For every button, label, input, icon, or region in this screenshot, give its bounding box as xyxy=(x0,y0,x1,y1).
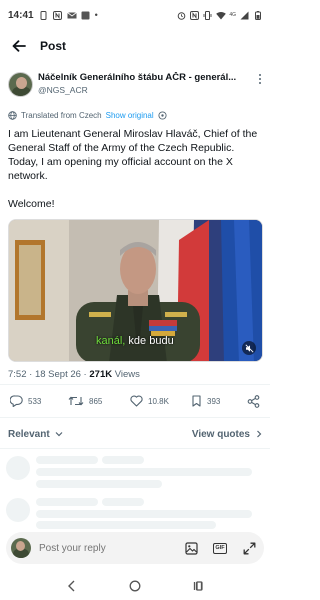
post-author: Náčelník Generálního štábu AČR - generál… xyxy=(8,72,266,100)
divider xyxy=(0,448,270,449)
info-icon[interactable] xyxy=(158,111,167,120)
nav-back-icon xyxy=(67,580,75,592)
author-name[interactable]: Náčelník Generálního štábu AČR - generál… xyxy=(38,72,243,83)
skeleton-line xyxy=(102,498,144,506)
dot-icon: • xyxy=(94,10,98,20)
reply-count: 533 xyxy=(28,396,42,406)
header: Post xyxy=(0,31,270,61)
skeleton-avatar xyxy=(6,498,30,522)
skeleton-line xyxy=(36,521,216,529)
gif-icon: GIF xyxy=(213,542,227,554)
battery-icon xyxy=(253,10,262,20)
skeleton-line xyxy=(36,468,252,476)
nfc-icon xyxy=(190,10,200,20)
bookmark-icon xyxy=(192,395,201,407)
post-text: I am Lieutenant General Miroslav Hlaváč,… xyxy=(8,127,266,211)
back-button[interactable] xyxy=(10,37,28,55)
like-count: 10.8K xyxy=(148,396,169,406)
expand-button[interactable] xyxy=(242,541,256,555)
signal-icon xyxy=(240,11,249,20)
image-icon xyxy=(184,541,198,555)
gallery-icon xyxy=(81,11,90,20)
notification-n-icon xyxy=(52,10,62,20)
caption-highlight: kanál, xyxy=(96,335,126,347)
nav-home-button[interactable] xyxy=(127,578,143,594)
page-title: Post xyxy=(40,39,67,53)
skeleton-line xyxy=(102,456,144,464)
mute-icon xyxy=(244,343,254,353)
skeleton-avatar xyxy=(6,456,30,480)
video-caption: kanál, kde budu xyxy=(96,335,174,347)
nav-back-button[interactable] xyxy=(64,578,80,594)
post-video[interactable]: kanál, kde budu xyxy=(8,219,263,362)
status-time: 14:41 xyxy=(8,9,34,21)
skeleton-line xyxy=(36,498,98,506)
repost-button[interactable]: 865 xyxy=(68,395,102,407)
status-bar: 14:41 • 4G xyxy=(0,0,270,30)
views-label: Views xyxy=(114,369,140,380)
replies-filter-row: Relevant View quotes xyxy=(0,424,270,444)
divider xyxy=(0,384,270,385)
vibrate-icon xyxy=(203,10,212,20)
caption-text: kde budu xyxy=(128,335,174,347)
post-date: 18 Sept 26 xyxy=(34,369,81,380)
back-arrow-icon xyxy=(12,40,26,52)
translate-icon xyxy=(8,111,17,120)
post-time: 7:52 xyxy=(8,369,27,380)
repost-icon xyxy=(68,396,84,406)
bookmark-count: 393 xyxy=(207,396,221,406)
mail-icon xyxy=(66,11,77,20)
reply-button[interactable]: 533 xyxy=(10,395,41,407)
alarm-icon xyxy=(177,11,186,20)
sort-dropdown[interactable]: Relevant xyxy=(8,429,63,440)
more-icon xyxy=(259,74,261,76)
chevron-right-icon xyxy=(257,430,262,438)
show-original-link[interactable]: Show original xyxy=(106,111,154,120)
nav-home-icon xyxy=(129,580,141,592)
avatar xyxy=(11,538,31,558)
sort-label: Relevant xyxy=(8,428,50,440)
translated-label: Translated from Czech xyxy=(21,111,102,120)
nav-recents-icon xyxy=(194,581,203,591)
sim-icon xyxy=(39,10,48,20)
post-meta: 7:52 · 18 Sept 26 · 271K Views xyxy=(8,369,140,380)
more-options-button[interactable] xyxy=(254,72,266,86)
action-bar: 533 865 10.8K 393 xyxy=(0,389,270,413)
share-button[interactable] xyxy=(247,394,260,408)
add-image-button[interactable] xyxy=(184,541,198,555)
skeleton-line xyxy=(36,456,98,464)
bookmark-button[interactable]: 393 xyxy=(191,395,220,407)
skeleton-line xyxy=(36,510,252,518)
repost-count: 865 xyxy=(89,396,103,406)
chevron-down-icon xyxy=(55,432,63,437)
author-handle[interactable]: @NGS_ACR xyxy=(38,85,243,95)
like-button[interactable]: 10.8K xyxy=(130,395,169,407)
share-icon xyxy=(247,394,260,408)
reply-input[interactable] xyxy=(39,542,159,554)
post-paragraph: Welcome! xyxy=(8,198,55,210)
like-icon xyxy=(130,395,143,407)
expand-icon xyxy=(243,542,255,554)
wifi-icon xyxy=(216,11,227,20)
system-nav-bar xyxy=(0,572,270,600)
translation-row: Translated from Czech Show original xyxy=(8,111,167,120)
network-type: 4G xyxy=(229,12,236,18)
add-gif-button[interactable]: GIF xyxy=(213,541,227,555)
nav-recents-button[interactable] xyxy=(190,578,206,594)
avatar[interactable] xyxy=(8,72,33,97)
reply-composer: GIF xyxy=(6,532,264,564)
divider xyxy=(0,417,270,418)
view-quotes-label: View quotes xyxy=(191,428,250,440)
post-paragraph: I am Lieutenant General Miroslav Hlaváč,… xyxy=(8,128,258,182)
views-count: 271K xyxy=(89,369,113,380)
mute-button[interactable] xyxy=(242,341,256,355)
view-quotes-link[interactable]: View quotes xyxy=(192,429,262,440)
reply-icon xyxy=(10,395,23,407)
skeleton-line xyxy=(36,480,162,488)
